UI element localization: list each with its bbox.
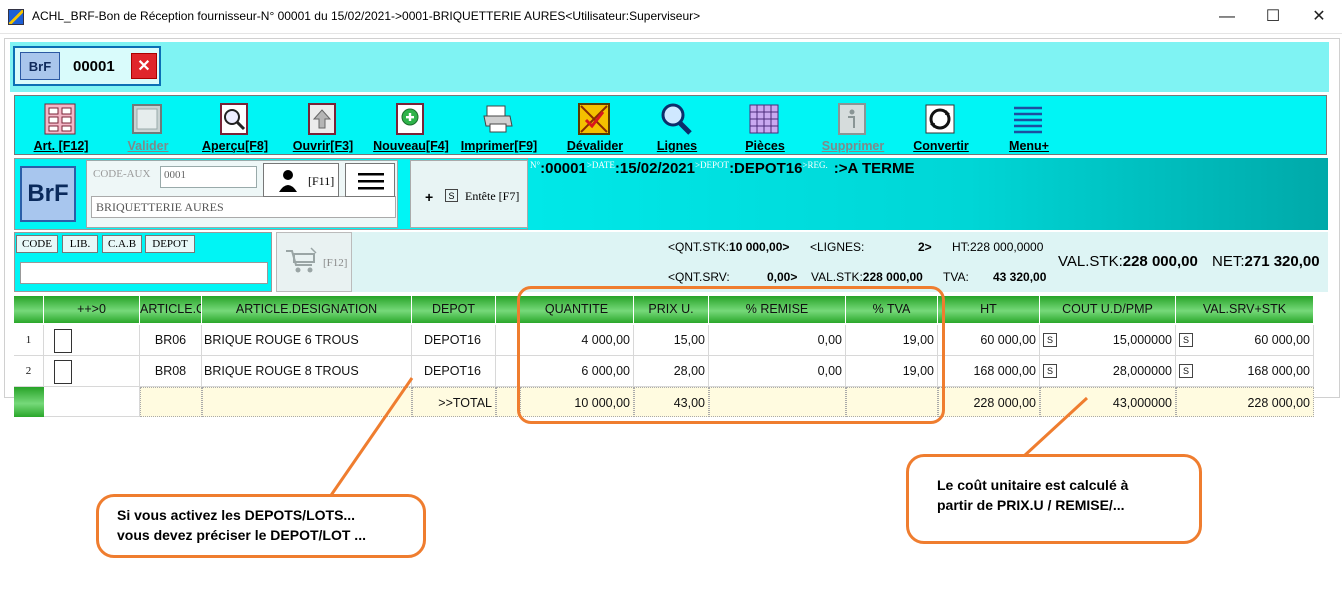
callout-cout: Le coût unitaire est calculé à partir de… — [906, 454, 1202, 544]
arrow-to-cout — [1022, 396, 1089, 458]
arrow-to-depot — [323, 377, 414, 505]
callout-depot-line2: vous devez préciser le DEPOT/LOT ... — [117, 527, 366, 543]
callout-depot-line1: Si vous activez les DEPOTS/LOTS... — [117, 507, 356, 523]
callout-cout-line2: partir de PRIX.U / REMISE/... — [937, 497, 1125, 513]
callout-cout-line1: Le coût unitaire est calculé à — [937, 477, 1129, 493]
callout-depot: Si vous activez les DEPOTS/LOTS... vous … — [96, 494, 426, 558]
